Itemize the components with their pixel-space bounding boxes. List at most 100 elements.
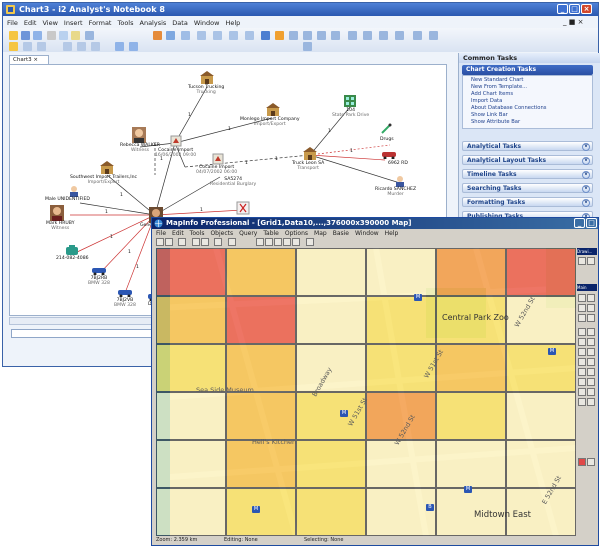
copy-icon[interactable] xyxy=(59,31,68,40)
timeline-icon[interactable] xyxy=(348,31,357,40)
grabber-icon[interactable] xyxy=(587,338,595,346)
mi-menu-edit[interactable]: Edit xyxy=(172,230,184,237)
mi-menu-map[interactable]: Map xyxy=(314,230,327,237)
node-car2[interactable]: 7BJ2VB BMW 328 xyxy=(114,298,136,308)
hotlink-icon[interactable] xyxy=(578,388,586,396)
menu-data[interactable]: Data xyxy=(172,19,188,27)
menu-file[interactable]: File xyxy=(7,19,18,27)
circle-tool-icon[interactable] xyxy=(213,31,222,40)
paste-icon[interactable] xyxy=(71,31,80,40)
view-icon[interactable] xyxy=(395,31,404,40)
entity-icon[interactable] xyxy=(23,42,32,51)
node-address[interactable]: 104 State Park Drive xyxy=(332,108,369,118)
grid-tool-icon[interactable] xyxy=(587,398,595,406)
menu-help[interactable]: Help xyxy=(225,19,240,27)
label-tool-icon[interactable] xyxy=(587,348,595,356)
mi-menu-window[interactable]: Window xyxy=(355,230,379,237)
save-icon[interactable] xyxy=(21,31,30,40)
highlight-tool-icon[interactable] xyxy=(275,31,284,40)
report-icon[interactable] xyxy=(413,31,422,40)
help-icon[interactable] xyxy=(306,238,314,246)
node-phone[interactable]: 214-082-4086 xyxy=(56,256,89,261)
drag-map-icon[interactable] xyxy=(578,358,586,366)
columns-icon[interactable] xyxy=(129,42,138,51)
node-cocaine2[interactable]: Cocaine Import 04/07/2002 06:00 xyxy=(196,165,237,175)
group-searching[interactable]: Searching Tasks v xyxy=(462,183,593,193)
task-database-connections[interactable]: About Database Connections xyxy=(471,105,546,111)
unselect-icon[interactable] xyxy=(587,314,595,322)
mi-menu-query[interactable]: Query xyxy=(239,230,257,237)
node-hruby[interactable]: Mark HRUBY Witness xyxy=(46,221,75,231)
ruler-icon[interactable] xyxy=(587,358,595,366)
group-formatting[interactable]: Formatting Tasks v xyxy=(462,197,593,207)
mi-menu-tools[interactable]: Tools xyxy=(190,230,205,237)
task-show-attribute-bar[interactable]: Show Attribute Bar xyxy=(471,119,520,125)
line-tool-icon[interactable] xyxy=(578,257,586,265)
mdi-controls[interactable]: _ ■ × xyxy=(563,18,583,26)
info-tool-icon[interactable] xyxy=(578,348,586,356)
node-drugs[interactable]: Drugs xyxy=(380,137,394,142)
fill-tool-icon[interactable] xyxy=(245,31,254,40)
group-analytical[interactable]: Analytical Tasks v xyxy=(462,141,593,151)
layout-icon[interactable] xyxy=(283,238,291,246)
cut-icon[interactable] xyxy=(192,238,200,246)
sum-icon[interactable] xyxy=(587,378,595,386)
node-tucson[interactable]: Tucson Trucking Trucking xyxy=(188,85,224,95)
task-new-chart[interactable]: New Standard Chart xyxy=(471,77,523,83)
statistics-icon[interactable] xyxy=(578,378,586,386)
tab-chart3[interactable]: Chart3 × xyxy=(9,55,49,64)
polyline-tool-icon[interactable] xyxy=(587,257,595,265)
list-view-icon[interactable] xyxy=(115,42,124,51)
grid-icon[interactable] xyxy=(303,31,312,40)
menu-format[interactable]: Format xyxy=(89,19,112,27)
zoom-tool-icon[interactable] xyxy=(181,31,190,40)
link-bar-input[interactable] xyxy=(11,329,171,338)
task-show-link-bar[interactable]: Show Link Bar xyxy=(471,112,508,118)
print-icon[interactable] xyxy=(178,238,186,246)
polygon-select-icon[interactable] xyxy=(587,304,595,312)
mi-menu-help[interactable]: Help xyxy=(385,230,399,237)
legend-icon[interactable] xyxy=(292,238,300,246)
marquee-tool-icon[interactable] xyxy=(587,294,595,302)
scale-icon[interactable] xyxy=(587,388,595,396)
chart-creation-header[interactable]: Chart Creation Tasks xyxy=(462,65,593,75)
node-southwest[interactable]: Southwest Import Trailers,Inc Import/Expo… xyxy=(70,175,137,185)
browser-icon[interactable] xyxy=(265,238,273,246)
arrange-icon[interactable] xyxy=(331,31,340,40)
mi-menu-objects[interactable]: Objects xyxy=(210,230,233,237)
graph-icon[interactable] xyxy=(274,238,282,246)
rectangle-tool-icon[interactable] xyxy=(197,31,206,40)
line-tool-icon[interactable] xyxy=(229,31,238,40)
node-monlego[interactable]: Monlego Import Company Import/Export xyxy=(240,117,300,127)
thematic-icon[interactable] xyxy=(578,398,586,406)
find-icon[interactable] xyxy=(363,31,372,40)
node-car-right[interactable]: 6962 RD xyxy=(388,161,408,166)
open-icon[interactable] xyxy=(165,238,173,246)
menu-edit[interactable]: Edit xyxy=(24,19,37,27)
menu-tools[interactable]: Tools xyxy=(117,19,133,27)
node-car1[interactable]: 7BJ2RB BMW 328 xyxy=(88,276,110,286)
group-analytical-layout[interactable]: Analytical Layout Tasks v xyxy=(462,155,593,165)
node-sanchez[interactable]: Ricardo SANCHEZ Murder xyxy=(375,187,416,197)
link-tool-icon[interactable] xyxy=(153,31,162,40)
event-frame-icon[interactable] xyxy=(77,42,86,51)
node-unidentified[interactable]: Male UNIDENTIFIED xyxy=(45,197,90,202)
align-icon[interactable] xyxy=(317,31,326,40)
mi-menu-file[interactable]: File xyxy=(156,230,166,237)
maximize-icon[interactable]: □ xyxy=(586,218,597,228)
mi-menu-table[interactable]: Table xyxy=(263,230,279,237)
copy-icon[interactable] xyxy=(201,238,209,246)
task-import-data[interactable]: Import Data xyxy=(471,98,502,104)
mi-menu-basie[interactable]: Basie xyxy=(333,230,349,237)
text-tool-icon[interactable] xyxy=(261,31,270,40)
legend-tool-icon[interactable] xyxy=(587,368,595,376)
select-tool-icon[interactable] xyxy=(578,294,586,302)
shape-tool-icon[interactable] xyxy=(166,31,175,40)
box-icon[interactable] xyxy=(91,42,100,51)
close-icon[interactable]: × xyxy=(581,4,592,14)
minimize-icon[interactable]: _ xyxy=(557,4,568,14)
task-add-chart-items[interactable]: Add Chart Items xyxy=(471,91,513,97)
new-icon[interactable] xyxy=(156,238,164,246)
menu-analysis[interactable]: Analysis xyxy=(140,19,167,27)
group-timeline[interactable]: Timeline Tasks v xyxy=(462,169,593,179)
